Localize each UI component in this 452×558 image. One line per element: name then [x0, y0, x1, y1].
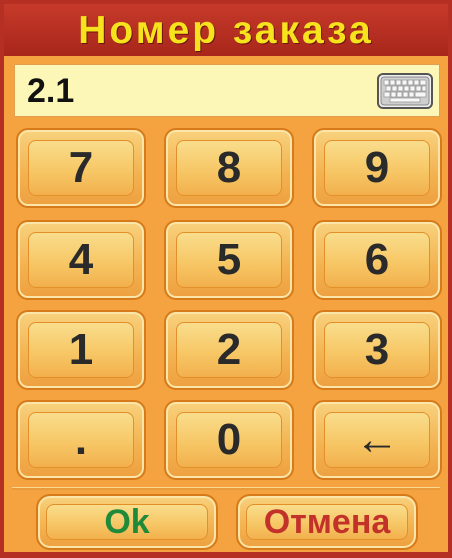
key-6[interactable]: 6	[312, 220, 442, 300]
key-8-label: 8	[176, 140, 282, 196]
keyboard-icon	[377, 73, 433, 109]
order-number-dialog: Номер заказа 2.1 7 8 9 4 5 6 1 2 3 . 0 ←…	[0, 0, 452, 558]
cancel-button[interactable]: Отмена	[236, 494, 418, 550]
order-number-value: 2.1	[27, 72, 75, 110]
key-2-label: 2	[176, 322, 282, 378]
key-2[interactable]: 2	[164, 310, 294, 390]
key-7-label: 7	[28, 140, 134, 196]
dialog-title: Номер заказа	[4, 4, 448, 56]
ok-button-label: Ok	[104, 502, 150, 541]
key-1-label: 1	[28, 322, 134, 378]
key-decimal-point-label: .	[28, 412, 134, 468]
ok-button-face: Ok	[46, 502, 208, 541]
key-9[interactable]: 9	[312, 128, 442, 208]
divider	[12, 487, 440, 490]
key-4-label: 4	[28, 232, 134, 288]
key-3[interactable]: 3	[312, 310, 442, 390]
key-9-label: 9	[324, 140, 430, 196]
key-1[interactable]: 1	[16, 310, 146, 390]
backspace-button[interactable]: ←	[312, 400, 442, 480]
key-3-label: 3	[324, 322, 430, 378]
order-number-field[interactable]: 2.1	[14, 64, 440, 117]
key-8[interactable]: 8	[164, 128, 294, 208]
keyboard-button[interactable]	[377, 73, 433, 109]
ok-button[interactable]: Ok	[36, 494, 218, 550]
key-7[interactable]: 7	[16, 128, 146, 208]
key-0-label: 0	[176, 412, 282, 468]
backspace-arrow-icon: ←	[324, 412, 430, 468]
key-6-label: 6	[324, 232, 430, 288]
key-5[interactable]: 5	[164, 220, 294, 300]
cancel-button-face: Отмена	[246, 502, 408, 541]
key-0[interactable]: 0	[164, 400, 294, 480]
key-5-label: 5	[176, 232, 282, 288]
key-decimal-point[interactable]: .	[16, 400, 146, 480]
cancel-button-label: Отмена	[263, 502, 391, 541]
key-4[interactable]: 4	[16, 220, 146, 300]
